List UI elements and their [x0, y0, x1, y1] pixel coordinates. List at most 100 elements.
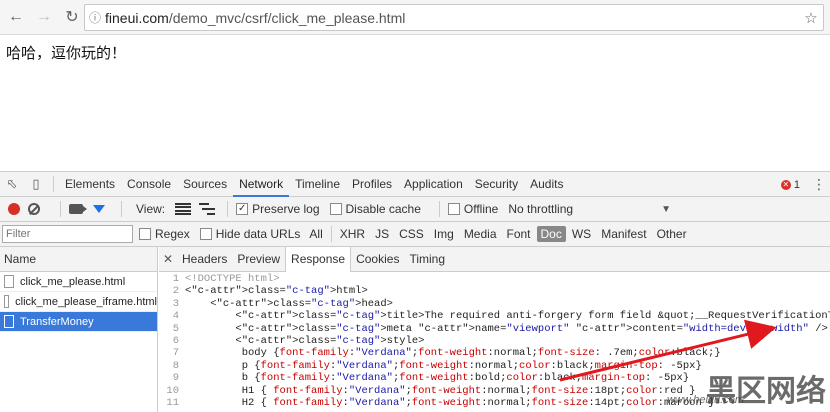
disable-cache-label: Disable cache: [345, 202, 421, 216]
request-row[interactable]: click_me_please.html: [0, 272, 157, 292]
code-line: 5 <"c-attr">class="c-tag">meta "c-attr">…: [159, 323, 830, 335]
page-info-icon[interactable]: ⓘ: [85, 9, 105, 26]
document-icon: [4, 315, 14, 328]
code-text: <"c-attr">class="c-tag">title>The requir…: [185, 310, 830, 323]
filter-bar: Regex Hide data URLs All XHR JS CSS Img …: [0, 222, 830, 247]
detail-tab-cookies[interactable]: Cookies: [351, 247, 404, 272]
filter-type-manifest[interactable]: Manifest: [597, 226, 650, 242]
url-path: /demo_mvc/csrf/click_me_please.html: [168, 9, 406, 26]
detail-tab-response[interactable]: Response: [285, 246, 352, 272]
more-options-icon[interactable]: ⋮: [812, 176, 826, 193]
filter-type-all[interactable]: All: [305, 226, 326, 242]
disable-cache-checkbox[interactable]: [329, 203, 342, 215]
address-bar[interactable]: ⓘ fineui.com/demo_mvc/csrf/click_me_plea…: [84, 4, 824, 31]
filter-type-js[interactable]: JS: [371, 226, 393, 242]
line-number: 11: [166, 396, 179, 409]
code-text: p {font-family:"Verdana";font-weight:nor…: [185, 359, 702, 372]
inspect-element-icon[interactable]: ⬁: [0, 172, 24, 197]
toolbar-separator: [121, 201, 122, 217]
browser-toolbar: ← → ↻ ⓘ fineui.com/demo_mvc/csrf/click_m…: [0, 0, 830, 35]
regex-label: Regex: [155, 227, 190, 241]
watermark-logo: 黑区网络: [706, 374, 826, 409]
bookmark-star-icon[interactable]: ☆: [799, 9, 823, 27]
hide-data-urls-checkbox[interactable]: [199, 228, 212, 240]
offline-checkbox[interactable]: [447, 203, 460, 215]
tab-elements[interactable]: Elements: [59, 172, 121, 197]
throttling-select[interactable]: No throttling ▼: [508, 202, 671, 216]
waterfall-overview-icon[interactable]: [199, 203, 216, 215]
line-number: 8: [172, 359, 179, 372]
filter-type-media[interactable]: Media: [460, 226, 501, 242]
back-button[interactable]: ←: [4, 5, 28, 29]
regex-checkbox[interactable]: [139, 228, 151, 240]
devtools-tabbar: ⬁ ▯ Elements Console Sources Network Tim…: [0, 172, 830, 197]
filter-input[interactable]: [2, 225, 133, 243]
request-row-selected[interactable]: TransferMoney: [0, 312, 157, 332]
tab-application[interactable]: Application: [398, 172, 469, 197]
tab-profiles[interactable]: Profiles: [346, 172, 398, 197]
filter-type-xhr[interactable]: XHR: [336, 226, 369, 242]
url-host: fineui.com: [105, 9, 169, 26]
toolbar-separator: [227, 201, 229, 217]
tab-sources[interactable]: Sources: [177, 172, 233, 197]
detail-tab-timing[interactable]: Timing: [404, 247, 450, 272]
filter-type-font[interactable]: Font: [503, 226, 535, 242]
request-row[interactable]: click_me_please_iframe.html: [0, 292, 157, 312]
record-icon[interactable]: [8, 203, 20, 215]
tab-audits[interactable]: Audits: [524, 172, 569, 197]
hide-data-urls-option[interactable]: Hide data URLs: [199, 227, 300, 241]
filter-type-other[interactable]: Other: [653, 226, 691, 242]
preserve-log-checkbox[interactable]: ✓: [236, 203, 249, 215]
large-rows-icon[interactable]: [175, 203, 192, 215]
error-count: 1: [793, 178, 800, 191]
code-text: <"c-attr">class="c-tag">head>: [185, 297, 393, 310]
tab-timeline[interactable]: Timeline: [289, 172, 346, 197]
code-text: <"c-attr">class="c-tag">meta "c-attr">na…: [185, 322, 828, 335]
code-line: 1 <!DOCTYPE html>: [159, 273, 830, 285]
device-toolbar-icon[interactable]: ▯: [24, 172, 48, 197]
tab-console[interactable]: Console: [121, 172, 177, 197]
request-name: click_me_please_iframe.html: [15, 295, 157, 308]
code-text: H1 { font-family:"Verdana";font-weight:n…: [185, 384, 696, 397]
toolbar-separator: [438, 201, 440, 217]
name-column-header[interactable]: Name: [0, 247, 157, 272]
reload-button[interactable]: ↻: [60, 5, 84, 29]
network-toolbar: View: ✓ Preserve log Disable cache Offli…: [0, 197, 830, 222]
line-number: 1: [172, 273, 179, 285]
offline-option[interactable]: Offline: [447, 202, 499, 216]
throttling-value: No throttling: [508, 202, 574, 216]
error-count-badge[interactable]: ✕ 1: [780, 178, 800, 191]
code-line: 3 <"c-attr">class="c-tag">head>: [159, 298, 830, 310]
url-text[interactable]: fineui.com/demo_mvc/csrf/click_me_please…: [105, 10, 799, 26]
request-name: click_me_please.html: [20, 275, 126, 288]
detail-tab-headers[interactable]: Headers: [177, 247, 232, 272]
filter-type-css[interactable]: CSS: [395, 226, 428, 242]
filter-type-ws[interactable]: WS: [568, 226, 595, 242]
code-line: 2 <"c-attr">class="c-tag">html>: [159, 285, 830, 297]
filter-type-doc[interactable]: Doc: [536, 226, 566, 242]
forward-button[interactable]: →: [32, 5, 56, 29]
toolbar-separator: [330, 226, 332, 242]
offline-label: Offline: [463, 202, 499, 216]
tab-network[interactable]: Network: [233, 172, 290, 197]
regex-option[interactable]: Regex: [139, 227, 190, 241]
filter-funnel-icon[interactable]: [93, 205, 105, 213]
screenshot-camera-icon[interactable]: [69, 204, 87, 214]
line-number: 5: [172, 322, 179, 335]
disable-cache-option[interactable]: Disable cache: [329, 202, 421, 216]
error-icon: ✕: [780, 179, 791, 190]
preserve-log-option[interactable]: ✓ Preserve log: [236, 202, 320, 216]
preserve-log-label: Preserve log: [252, 202, 320, 216]
close-detail-icon[interactable]: ✕: [159, 252, 177, 266]
tab-security[interactable]: Security: [469, 172, 524, 197]
code-text: body {font-family:"Verdana";font-weight:…: [185, 347, 721, 360]
line-number: 7: [172, 347, 179, 360]
clear-icon[interactable]: [28, 203, 40, 215]
detail-tab-preview[interactable]: Preview: [232, 247, 285, 272]
line-number: 10: [166, 384, 179, 397]
code-line: 7 body {font-family:"Verdana";font-weigh…: [159, 347, 830, 359]
code-line: 4 <"c-attr">class="c-tag">title>The requ…: [159, 310, 830, 322]
document-icon: [4, 295, 10, 308]
filter-type-img[interactable]: Img: [430, 226, 458, 242]
code-text: b {font-family:"Verdana";font-weight:bol…: [185, 372, 690, 385]
